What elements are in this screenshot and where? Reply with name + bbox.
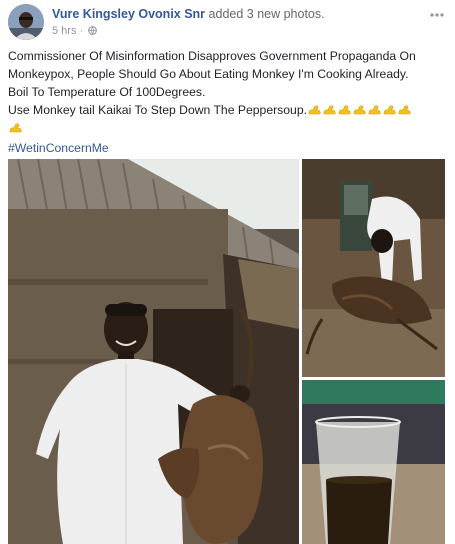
post-meta: 5 hrs · xyxy=(52,25,98,37)
post-text-line-overflow xyxy=(8,121,448,139)
flexed-biceps-emoji-icon xyxy=(308,103,322,115)
post-timestamp[interactable]: 5 hrs xyxy=(52,25,76,37)
ellipsis-icon[interactable] xyxy=(429,6,445,17)
author-name-link[interactable]: Vure Kingsley Ovonix Snr xyxy=(52,7,205,21)
photo-top-right[interactable] xyxy=(302,159,445,377)
author-avatar[interactable] xyxy=(8,4,44,40)
flexed-biceps-emoji-icon xyxy=(9,121,23,133)
post-text-line: Use Monkey tail Kaikai To Step Down The … xyxy=(8,103,307,117)
author-line: Vure Kingsley Ovonix Snr added 3 new pho… xyxy=(52,7,325,21)
post-text-line-with-emoji: Use Monkey tail Kaikai To Step Down The … xyxy=(8,101,448,121)
flexed-biceps-emoji-icon xyxy=(383,103,397,115)
globe-icon[interactable] xyxy=(88,26,98,35)
post-text-line: Boil To Temperature Of 100Degrees. xyxy=(8,85,206,99)
post-body-text: Commissioner Of Misinformation Disapprov… xyxy=(8,47,448,157)
flexed-biceps-emoji-icon xyxy=(338,103,352,115)
emoji-row xyxy=(307,103,412,121)
post-text-line: Monkeypox, People Should Go About Eating… xyxy=(8,67,409,81)
hashtag-link[interactable]: #WetinConcernMe xyxy=(8,139,448,157)
post-text-line: Commissioner Of Misinformation Disapprov… xyxy=(8,49,416,63)
facebook-post: Vure Kingsley Ovonix Snr added 3 new pho… xyxy=(0,0,455,544)
flexed-biceps-emoji-icon xyxy=(368,103,382,115)
flexed-biceps-emoji-icon xyxy=(323,103,337,115)
flexed-biceps-emoji-icon xyxy=(398,103,412,115)
post-header: Vure Kingsley Ovonix Snr added 3 new pho… xyxy=(0,0,455,44)
post-action-text: added 3 new photos. xyxy=(208,7,325,21)
photo-main[interactable] xyxy=(8,159,299,544)
photo-bottom-right[interactable] xyxy=(302,380,445,544)
flexed-biceps-emoji-icon xyxy=(353,103,367,115)
